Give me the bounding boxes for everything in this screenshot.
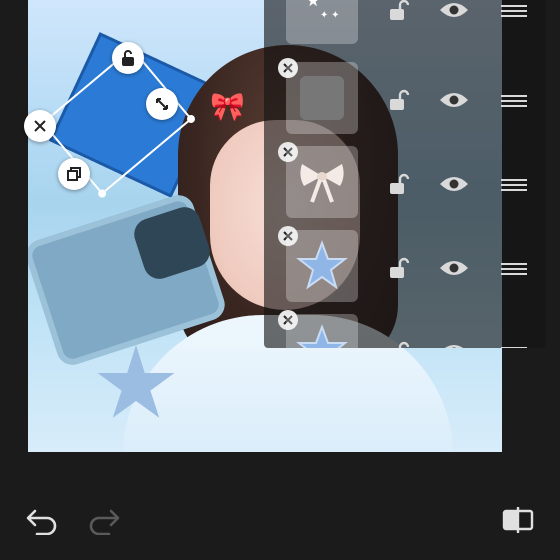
eye-icon[interactable] (438, 254, 470, 282)
eye-icon[interactable] (438, 0, 470, 24)
unlock-icon[interactable] (384, 86, 412, 114)
layers-panel[interactable]: ★ ✦ ✦ (264, 0, 546, 348)
layer-row[interactable] (264, 224, 546, 308)
layer-row[interactable] (264, 308, 546, 348)
drag-handle-icon[interactable] (500, 0, 528, 22)
layer-row[interactable] (264, 140, 546, 224)
eye-icon[interactable] (438, 338, 470, 348)
eye-icon[interactable] (438, 86, 470, 114)
svg-text:✦ ✦: ✦ ✦ (320, 10, 340, 21)
stars-icon[interactable]: ★ ✦ ✦ (286, 0, 358, 44)
undo-icon[interactable] (22, 500, 62, 540)
blank-square-icon[interactable] (286, 62, 358, 134)
unlock-icon[interactable] (384, 170, 412, 198)
drag-handle-icon[interactable] (500, 90, 528, 112)
unlock-icon[interactable] (384, 338, 412, 348)
unlock-icon[interactable] (384, 0, 412, 24)
unlock-icon[interactable] (112, 42, 144, 74)
close-icon[interactable] (24, 110, 56, 142)
bow-sticker-canvas[interactable]: 🎀 (210, 90, 245, 123)
star-icon[interactable] (286, 314, 358, 348)
resize-icon[interactable] (146, 88, 178, 120)
duplicate-icon[interactable] (58, 158, 90, 190)
bow-icon[interactable] (286, 146, 358, 218)
blank-square-shape (300, 76, 344, 120)
bottom-toolbar (0, 490, 560, 560)
redo-icon[interactable] (84, 500, 124, 540)
drag-handle-icon[interactable] (500, 258, 528, 280)
svg-text:★: ★ (306, 0, 320, 10)
layer-row[interactable] (264, 56, 546, 140)
compare-icon[interactable] (498, 500, 538, 540)
eye-icon[interactable] (438, 170, 470, 198)
star-icon[interactable] (286, 230, 358, 302)
drag-handle-icon[interactable] (500, 342, 528, 348)
unlock-icon[interactable] (384, 254, 412, 282)
drag-handle-icon[interactable] (500, 174, 528, 196)
layer-row[interactable]: ★ ✦ ✦ (264, 0, 546, 50)
